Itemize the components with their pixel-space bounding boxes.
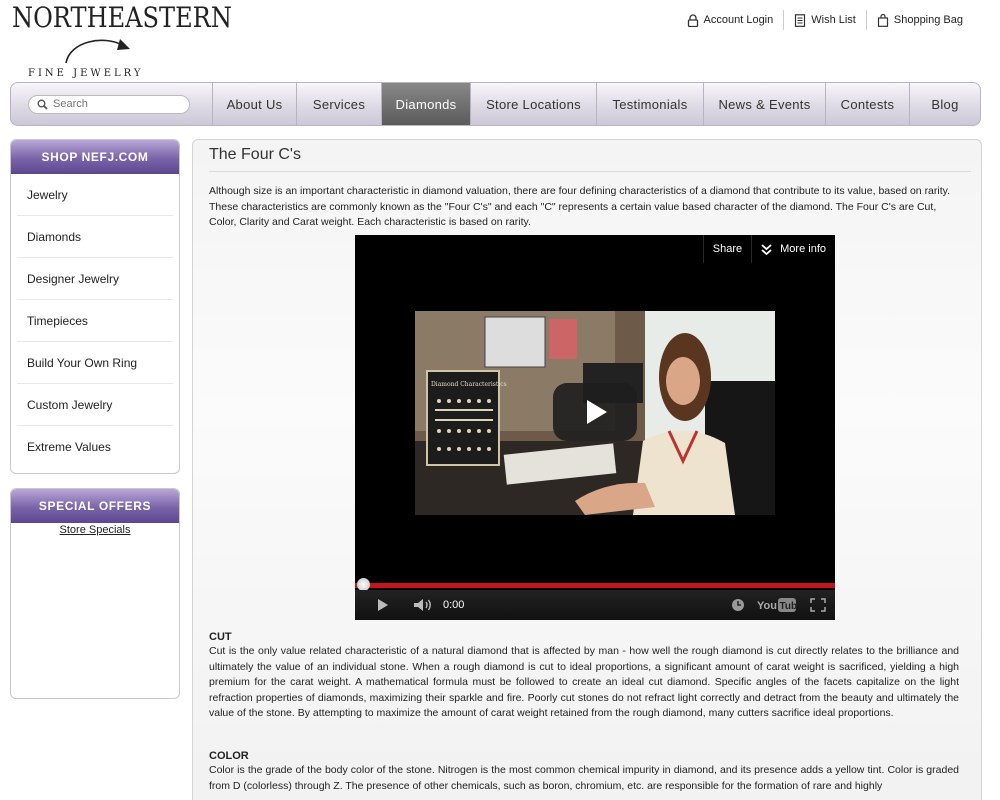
store-specials-link[interactable]: Store Specials [11, 524, 179, 536]
more-info-label: More info [780, 243, 826, 255]
logo-wordmark: NORTHEASTERN [12, 1, 232, 34]
nav-testimonials[interactable]: Testimonials [597, 83, 704, 125]
bag-icon [877, 13, 888, 27]
video-controls: 0:00 You Tube [355, 590, 835, 620]
chevron-down-icon [761, 243, 772, 255]
fullscreen-button[interactable] [801, 590, 835, 620]
shopping-bag-link[interactable]: Shopping Bag [865, 10, 973, 30]
nav-news-events[interactable]: News & Events [704, 83, 826, 125]
sidebar-item-extreme-values[interactable]: Extreme Values [17, 426, 173, 468]
list-icon [795, 13, 806, 27]
sidebar-item-designer-jewelry[interactable]: Designer Jewelry [17, 258, 173, 300]
nav-contests[interactable]: Contests [826, 83, 910, 125]
nav-blog[interactable]: Blog [910, 83, 980, 125]
cut-section: CUT Cut is the only value related charac… [209, 631, 959, 722]
share-button[interactable]: Share [702, 235, 753, 263]
video-time: 0:00 [443, 599, 465, 611]
intro-paragraph: Although size is an important characteri… [209, 185, 951, 228]
svg-text:You: You [757, 600, 777, 612]
shopping-bag-label: Shopping Bag [893, 14, 963, 26]
main-nav: About Us Services Diamonds Store Locatio… [10, 82, 981, 126]
fullscreen-icon [810, 598, 826, 612]
color-section: COLOR Color is the grade of the body col… [209, 750, 959, 794]
sidebar-item-jewelry[interactable]: Jewelry [17, 174, 173, 216]
video-player[interactable]: Share More info Diamond Characteristics … [355, 235, 835, 620]
play-overlay-button[interactable] [553, 383, 637, 441]
wish-list-link[interactable]: Wish List [783, 10, 866, 30]
cut-body: Cut is the only value related characteri… [209, 645, 959, 720]
lock-icon [687, 13, 698, 27]
share-label: Share [712, 243, 743, 255]
account-login-label: Account Login [703, 14, 774, 26]
nav-diamonds[interactable]: Diamonds [382, 83, 471, 125]
shop-category-list: Jewelry Diamonds Designer Jewelry Timepi… [11, 174, 179, 468]
play-button[interactable] [355, 590, 411, 620]
sidebar-item-timepieces[interactable]: Timepieces [17, 300, 173, 342]
more-info-button[interactable]: More info [752, 235, 835, 263]
account-login-link[interactable]: Account Login [677, 10, 784, 30]
play-small-icon [378, 599, 388, 611]
watch-later-button[interactable] [723, 590, 753, 620]
shop-sidebar-title: SHOP NEFJ.COM [11, 140, 179, 174]
youtube-logo-button[interactable]: You Tube [753, 590, 801, 620]
color-heading: COLOR [209, 750, 249, 762]
wish-list-label: Wish List [811, 14, 856, 26]
logo-arrow-icon [65, 39, 130, 64]
cut-heading: CUT [209, 631, 232, 643]
special-offers-box: SPECIAL OFFERS Store Specials [10, 488, 180, 699]
nav-store-locations[interactable]: Store Locations [471, 83, 597, 125]
sidebar-item-build-your-own-ring[interactable]: Build Your Own Ring [17, 342, 173, 384]
video-top-bar: Share More info [702, 235, 835, 263]
volume-icon [414, 599, 431, 611]
youtube-logo-icon: You Tube [757, 598, 798, 612]
nav-about-us[interactable]: About Us [213, 83, 297, 125]
clock-icon [732, 599, 744, 611]
search-icon [37, 99, 48, 110]
nav-services[interactable]: Services [297, 83, 382, 125]
video-progress-bar[interactable] [355, 578, 835, 591]
sidebar-item-custom-jewelry[interactable]: Custom Jewelry [17, 384, 173, 426]
search-box[interactable] [28, 94, 190, 114]
site-logo[interactable]: NORTHEASTERN FINE JEWELRY [12, 1, 232, 82]
poster-title: Diamond Characteristics [431, 381, 507, 388]
main-content: The Four C's Although size is an importa… [192, 139, 982, 800]
sidebar-item-diamonds[interactable]: Diamonds [17, 216, 173, 258]
play-icon [587, 400, 607, 424]
color-body: Color is the grade of the body color of … [209, 764, 959, 792]
utility-links: Account Login Wish List Shopping Bag [677, 10, 973, 30]
special-offers-title: SPECIAL OFFERS [11, 489, 179, 523]
video-controls-right: You Tube [723, 590, 835, 620]
search-input[interactable] [53, 98, 183, 110]
volume-button[interactable] [411, 590, 435, 620]
shop-sidebar: SHOP NEFJ.COM Jewelry Diamonds Designer … [10, 139, 180, 474]
page-title: The Four C's [209, 146, 971, 172]
search-area [11, 83, 213, 125]
svg-text:Tube: Tube [780, 601, 798, 612]
logo-tagline: FINE JEWELRY [28, 68, 144, 79]
